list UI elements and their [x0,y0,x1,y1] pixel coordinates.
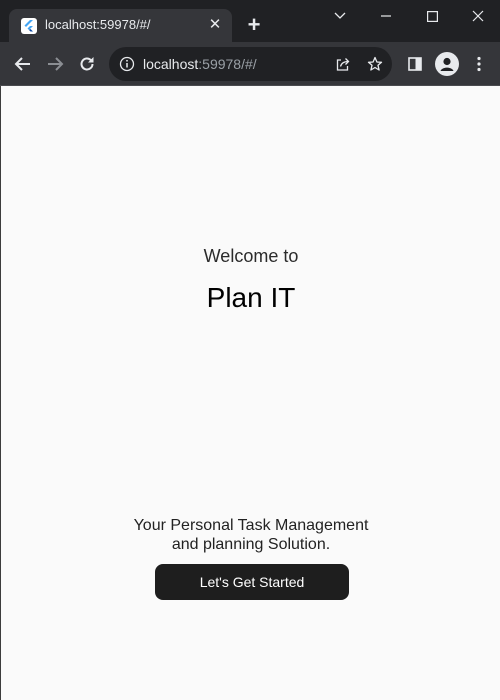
info-icon[interactable] [119,56,135,72]
star-icon[interactable] [366,55,384,73]
new-tab-button[interactable]: + [243,14,265,37]
url-path: :59978/#/ [198,56,257,72]
minimize-icon[interactable] [371,4,401,28]
flutter-logo-icon [21,18,37,34]
reload-icon[interactable] [75,52,99,76]
arrow-right-icon[interactable] [43,52,67,76]
tagline-line-1: Your Personal Task Management [133,517,369,534]
close-window-icon[interactable] [463,4,493,28]
browser-toolbar: localhost:59978/#/ [0,42,500,86]
browser-tab[interactable]: localhost:59978/#/ ✕ [9,9,232,42]
address-bar[interactable]: localhost:59978/#/ [109,47,392,81]
maximize-icon[interactable] [417,4,447,28]
tagline: Your Personal Task Management and planni… [1,516,500,554]
url-text: localhost:59978/#/ [143,56,257,72]
app-title: Plan IT [206,282,296,313]
url-host: localhost [143,56,199,72]
tab-search-chevron-icon[interactable] [325,4,355,28]
app-page: Welcome to Plan IT Your Personal Task Ma… [0,86,500,700]
browser-titlebar: localhost:59978/#/ ✕ + [0,0,500,42]
tab-close-icon[interactable]: ✕ [205,15,225,35]
share-icon[interactable] [334,55,352,73]
get-started-button[interactable]: Let's Get Started [155,564,349,600]
welcome-text: Welcome to [203,246,299,266]
profile-icon[interactable] [435,52,459,76]
kebab-menu-icon[interactable] [467,52,491,76]
side-panel-icon[interactable] [403,52,427,76]
arrow-left-icon[interactable] [11,52,35,76]
tagline-line-2: and planning Solution. [171,536,331,553]
tab-title: localhost:59978/#/ [45,17,151,32]
